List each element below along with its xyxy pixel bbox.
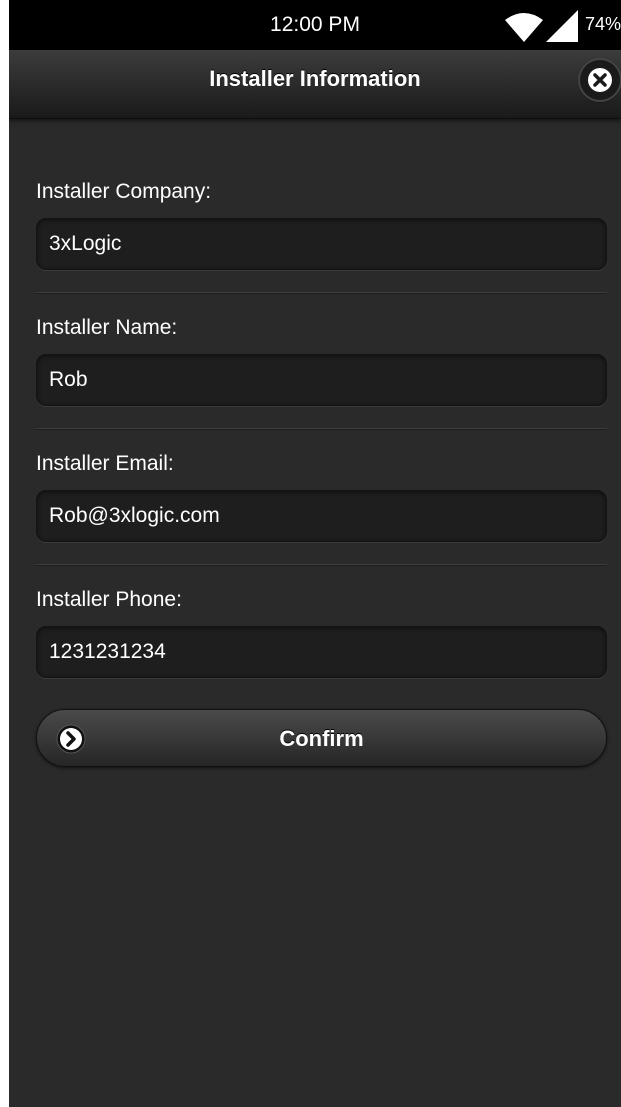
field-divider <box>36 428 607 430</box>
page-title: Installer Information <box>209 66 421 91</box>
installer-phone-label: Installer Phone: <box>36 588 182 611</box>
confirm-button[interactable]: Confirm <box>36 709 607 767</box>
battery-level: 74% <box>585 14 621 34</box>
installer-company-label: Installer Company: <box>36 180 212 203</box>
field-divider <box>36 292 607 294</box>
field-installer-email: Installer Email: <box>36 442 607 578</box>
field-installer-name: Installer Name: <box>36 306 607 442</box>
installer-name-label: Installer Name: <box>36 316 178 339</box>
field-divider <box>36 564 607 566</box>
field-installer-company: Installer Company: <box>36 170 607 306</box>
confirm-label: Confirm <box>279 726 364 751</box>
installer-form: Installer Company: Installer Name: Insta… <box>36 170 607 702</box>
app-screen: 12:00 PM 74% Installer Information Insta… <box>9 0 621 1107</box>
installer-phone-input[interactable] <box>36 626 607 678</box>
close-button[interactable] <box>580 60 620 100</box>
header-bar: Installer Information <box>9 50 621 119</box>
installer-email-input[interactable] <box>36 490 607 542</box>
close-icon <box>588 68 612 92</box>
status-bar: 12:00 PM 74% <box>9 0 621 50</box>
installer-email-label: Installer Email: <box>36 452 174 475</box>
cell-signal-icon <box>546 10 578 42</box>
wifi-icon <box>505 13 543 42</box>
field-installer-phone: Installer Phone: <box>36 578 607 702</box>
installer-company-input[interactable] <box>36 218 607 270</box>
installer-name-input[interactable] <box>36 354 607 406</box>
